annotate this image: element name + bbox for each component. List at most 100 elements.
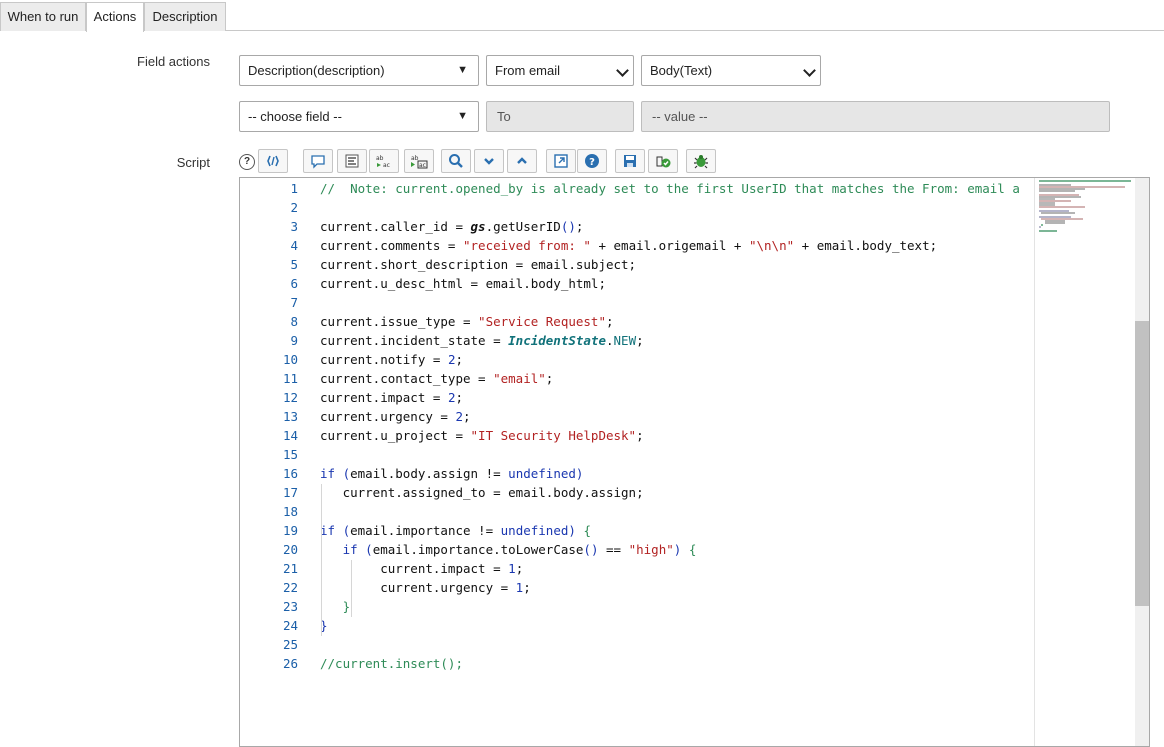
help-circle-icon[interactable]: ?	[239, 154, 255, 170]
to-field: To	[486, 101, 634, 132]
find-next-button[interactable]	[474, 149, 504, 173]
value-select[interactable]: Body(Text)	[641, 55, 821, 86]
code-token: 2	[455, 409, 463, 424]
line-number: 13	[282, 409, 298, 424]
choose-field-value: -- choose field --	[248, 109, 342, 124]
line-number: 23	[282, 599, 298, 614]
code-token: NEW	[613, 333, 637, 348]
line-number: 26	[282, 656, 298, 671]
code-line: current.u_desc_html = email.body_html;	[320, 274, 1036, 293]
line-number: 9	[290, 333, 298, 348]
code-token: current.u_project =	[320, 428, 471, 443]
code-token: 1	[508, 561, 516, 576]
line-number: 10	[282, 352, 298, 367]
line-number: 22	[282, 580, 298, 595]
comment-button[interactable]	[303, 149, 333, 173]
source-select[interactable]: From email	[486, 55, 634, 86]
code-token: current.assigned_to = email.body.assign;	[320, 485, 644, 500]
choose-field-select[interactable]: -- choose field -- ▼	[239, 101, 479, 132]
replace-all-icon: abac	[411, 155, 428, 169]
code-token: email.body.assign !=	[350, 466, 509, 481]
code-area[interactable]: // Note: current.opened_by is already se…	[320, 179, 1036, 746]
code-token: undefined	[508, 466, 576, 481]
code-token: "Service Request"	[478, 314, 606, 329]
tab-when-to-run[interactable]: When to run	[0, 2, 86, 31]
find-previous-button[interactable]	[507, 149, 537, 173]
code-token: ()	[560, 219, 576, 234]
tab-actions[interactable]: Actions	[86, 2, 144, 32]
code-line: //current.insert();	[320, 654, 1036, 673]
code-token: (	[365, 542, 373, 557]
toggle-syntax-button[interactable]	[258, 149, 288, 173]
chevron-up-icon	[517, 157, 527, 164]
source-select-value: From email	[495, 63, 561, 78]
format-button[interactable]	[337, 149, 367, 173]
save-button[interactable]	[615, 149, 645, 173]
code-token: if	[320, 523, 336, 538]
code-token: ;	[605, 314, 614, 329]
code-token: ;	[545, 371, 554, 386]
code-token: if	[342, 542, 358, 557]
indent-guide	[321, 484, 322, 541]
code-token: ;	[636, 333, 644, 348]
script-debugger-button[interactable]	[648, 149, 678, 173]
vertical-scrollbar[interactable]	[1135, 178, 1149, 746]
code-token: current.contact_type =	[320, 371, 494, 386]
indent-guide	[351, 560, 352, 617]
code-line: if (email.body.assign != undefined)	[320, 464, 1036, 483]
code-token: "email"	[493, 371, 546, 386]
line-number: 1	[290, 181, 298, 196]
line-number: 20	[282, 542, 298, 557]
tab-description[interactable]: Description	[144, 2, 226, 31]
code-token: "high"	[628, 542, 674, 557]
code-line: current.urgency = 1;	[320, 578, 1036, 597]
help-icon: ?	[585, 154, 599, 168]
chevron-down-icon	[803, 64, 816, 77]
code-line: if (email.importance.toLowerCase() == "h…	[320, 540, 1036, 559]
code-token: current.impact =	[320, 561, 509, 576]
save-icon	[624, 155, 636, 167]
code-token: current.incident_state =	[320, 333, 509, 348]
chevron-down-icon	[484, 158, 494, 165]
comment-icon	[311, 155, 325, 169]
code-token: {	[688, 542, 697, 557]
debug-button[interactable]	[686, 149, 716, 173]
code-token: + email.origemail +	[590, 238, 749, 253]
code-line: current.urgency = 2;	[320, 407, 1036, 426]
code-token: {	[583, 523, 591, 538]
line-number: 2	[290, 200, 298, 215]
field-select[interactable]: Description(description) ▼	[239, 55, 479, 86]
replace-all-button[interactable]: ab ac	[404, 149, 434, 173]
replace-button[interactable]: ab ac	[369, 149, 399, 173]
code-token: ;	[636, 428, 644, 443]
search-button[interactable]	[441, 149, 471, 173]
line-number-gutter: 1 2 3 4 5 6 7 8 9 10 11 12 13 14 15 16 17 18 19 20 21 22 23 24 2…	[240, 178, 306, 746]
scrollbar-thumb[interactable]	[1135, 321, 1149, 606]
code-token: (	[342, 523, 351, 538]
code-token: "IT Security HelpDesk"	[470, 428, 637, 443]
fullscreen-button[interactable]	[546, 149, 576, 173]
code-token: )	[575, 466, 584, 481]
code-token: current.short_description = email.subjec…	[320, 257, 637, 272]
code-line: current.short_description = email.subjec…	[320, 255, 1036, 274]
code-token: ;	[455, 390, 463, 405]
script-editor[interactable]: 1 2 3 4 5 6 7 8 9 10 11 12 13 14 15 16 17 18 19 20 21 22 23 24 2…	[239, 177, 1150, 747]
code-token: + email.body_text;	[794, 238, 938, 253]
code-token: ;	[523, 580, 531, 595]
code-token: if	[320, 466, 336, 481]
code-line: if (email.importance != undefined) {	[320, 521, 1036, 540]
code-minimap[interactable]	[1034, 178, 1136, 746]
help-button[interactable]: ?	[577, 149, 607, 173]
search-icon	[449, 154, 463, 168]
line-number: 25	[282, 637, 298, 652]
tab-bar: When to run Actions Description	[0, 0, 1164, 32]
line-number: 4	[290, 238, 298, 253]
code-token: ()	[583, 542, 599, 557]
toggle-syntax-icon	[267, 155, 279, 167]
line-number: 12	[282, 390, 298, 405]
